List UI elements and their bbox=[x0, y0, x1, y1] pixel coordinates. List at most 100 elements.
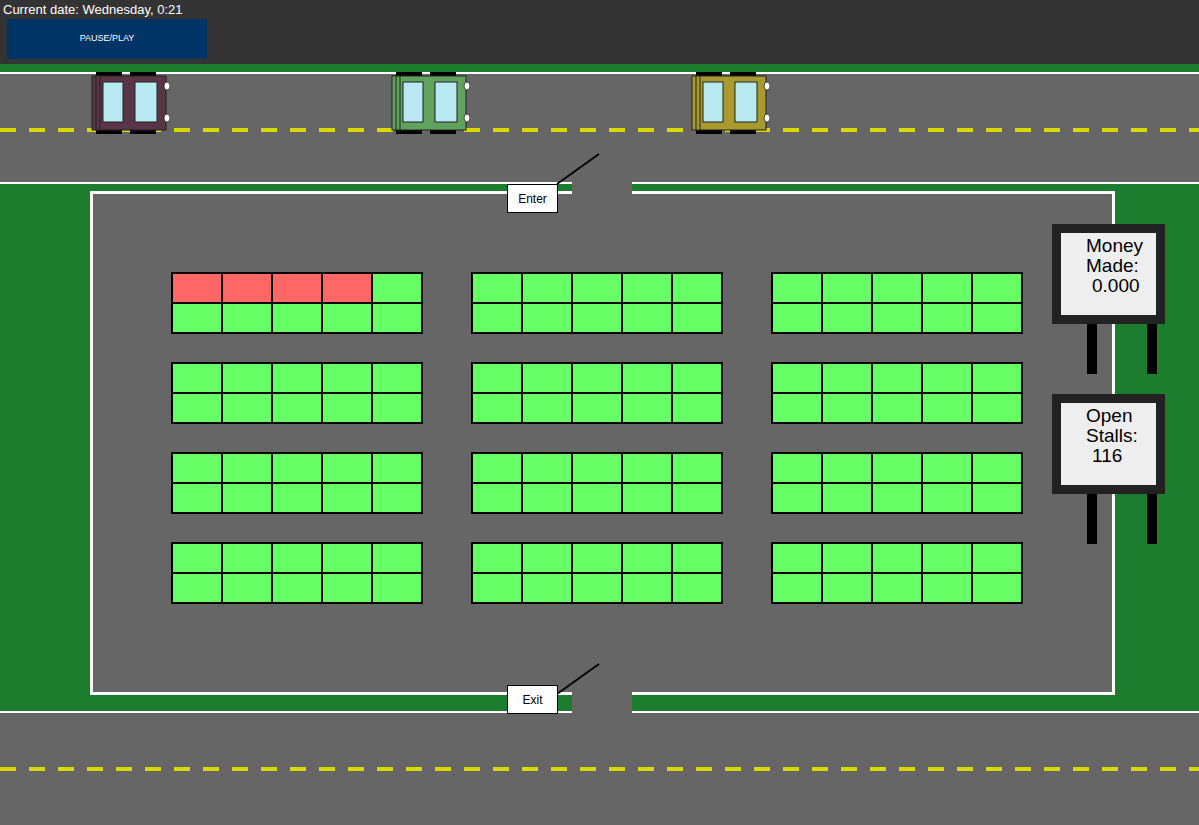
parking-stall bbox=[223, 484, 271, 512]
stall-block bbox=[171, 362, 423, 424]
stall-block bbox=[171, 452, 423, 514]
parking-stall bbox=[323, 364, 371, 392]
parking-stall bbox=[923, 304, 971, 332]
parking-stall bbox=[373, 574, 421, 602]
parking-stall bbox=[673, 364, 721, 392]
parking-stall bbox=[273, 304, 321, 332]
gate-arm-icon bbox=[555, 152, 601, 186]
parking-stall bbox=[873, 574, 921, 602]
parking-stall bbox=[823, 394, 871, 422]
grass bbox=[0, 184, 1199, 711]
parking-stall bbox=[523, 394, 571, 422]
stall-block bbox=[771, 542, 1023, 604]
parking-stall bbox=[923, 394, 971, 422]
parking-stall bbox=[573, 484, 621, 512]
parking-stall bbox=[323, 274, 371, 302]
parking-stall bbox=[373, 484, 421, 512]
parking-stall bbox=[673, 574, 721, 602]
parking-stall bbox=[173, 364, 221, 392]
parking-stall bbox=[873, 454, 921, 482]
parking-stall bbox=[923, 274, 971, 302]
parking-stall bbox=[523, 364, 571, 392]
gate-arm-icon bbox=[555, 662, 601, 696]
parking-stall bbox=[573, 454, 621, 482]
parking-stall bbox=[773, 484, 821, 512]
parking-stall bbox=[773, 544, 821, 572]
parking-stall bbox=[623, 574, 671, 602]
parking-stall bbox=[223, 544, 271, 572]
parking-stall bbox=[973, 304, 1021, 332]
stall-block bbox=[771, 452, 1023, 514]
billboard-title: Open bbox=[1086, 406, 1156, 426]
car-icon bbox=[90, 72, 170, 134]
billboard: OpenStalls:116 bbox=[1052, 394, 1165, 544]
parking-stall bbox=[973, 454, 1021, 482]
parking-stall bbox=[573, 304, 621, 332]
parking-stall bbox=[573, 364, 621, 392]
parking-stall bbox=[773, 394, 821, 422]
stall-block bbox=[471, 272, 723, 334]
parking-stall bbox=[523, 304, 571, 332]
parking-stall bbox=[673, 394, 721, 422]
parking-stall bbox=[173, 484, 221, 512]
lane-divider bbox=[0, 767, 1199, 771]
parking-stall bbox=[623, 394, 671, 422]
parking-stall bbox=[473, 394, 521, 422]
parking-stall bbox=[873, 484, 921, 512]
gate-label: Exit bbox=[507, 685, 558, 714]
parking-stall bbox=[973, 574, 1021, 602]
parking-stall bbox=[573, 394, 621, 422]
parking-stall bbox=[273, 274, 321, 302]
parking-stall bbox=[973, 484, 1021, 512]
parking-stall bbox=[223, 574, 271, 602]
parking-stall bbox=[923, 364, 971, 392]
parking-stall bbox=[323, 574, 371, 602]
parking-stall bbox=[773, 304, 821, 332]
parking-stall bbox=[473, 304, 521, 332]
parking-stall bbox=[823, 574, 871, 602]
parking-stall bbox=[473, 454, 521, 482]
parking-stall bbox=[773, 574, 821, 602]
gate-label: Enter bbox=[507, 184, 558, 213]
parking-stall bbox=[923, 544, 971, 572]
parking-stall bbox=[323, 454, 371, 482]
billboard-title: Money bbox=[1086, 236, 1156, 256]
parking-stall bbox=[623, 454, 671, 482]
billboard: MoneyMade:0.000 bbox=[1052, 224, 1165, 374]
parking-stall bbox=[373, 394, 421, 422]
parking-stall bbox=[673, 304, 721, 332]
parking-stall bbox=[873, 304, 921, 332]
parking-stall bbox=[273, 574, 321, 602]
parking-stall bbox=[623, 304, 671, 332]
parking-lot bbox=[90, 191, 1115, 695]
parking-stall bbox=[923, 574, 971, 602]
gate-opening bbox=[572, 692, 632, 716]
parking-stall bbox=[473, 574, 521, 602]
parking-stall bbox=[173, 394, 221, 422]
parking-stall bbox=[223, 364, 271, 392]
parking-stall bbox=[473, 274, 521, 302]
bottom-road bbox=[0, 711, 1199, 825]
parking-stall bbox=[573, 544, 621, 572]
billboard-value: 116 bbox=[1086, 446, 1156, 466]
parking-stall bbox=[673, 274, 721, 302]
parking-stall bbox=[273, 454, 321, 482]
top-road bbox=[0, 72, 1199, 184]
parking-stall bbox=[823, 274, 871, 302]
parking-stall bbox=[623, 484, 671, 512]
parking-stall bbox=[473, 544, 521, 572]
parking-stall bbox=[223, 394, 271, 422]
parking-stall bbox=[673, 454, 721, 482]
parking-stall bbox=[823, 304, 871, 332]
pause-play-button[interactable]: PAUSE/PLAY bbox=[7, 19, 207, 59]
car-icon bbox=[390, 72, 470, 134]
parking-stall bbox=[573, 274, 621, 302]
parking-stall bbox=[373, 364, 421, 392]
parking-stall bbox=[973, 274, 1021, 302]
parking-stall bbox=[573, 574, 621, 602]
stall-block bbox=[771, 362, 1023, 424]
parking-stall bbox=[873, 364, 921, 392]
parking-stall bbox=[173, 574, 221, 602]
stall-block bbox=[171, 542, 423, 604]
parking-stall bbox=[323, 394, 371, 422]
